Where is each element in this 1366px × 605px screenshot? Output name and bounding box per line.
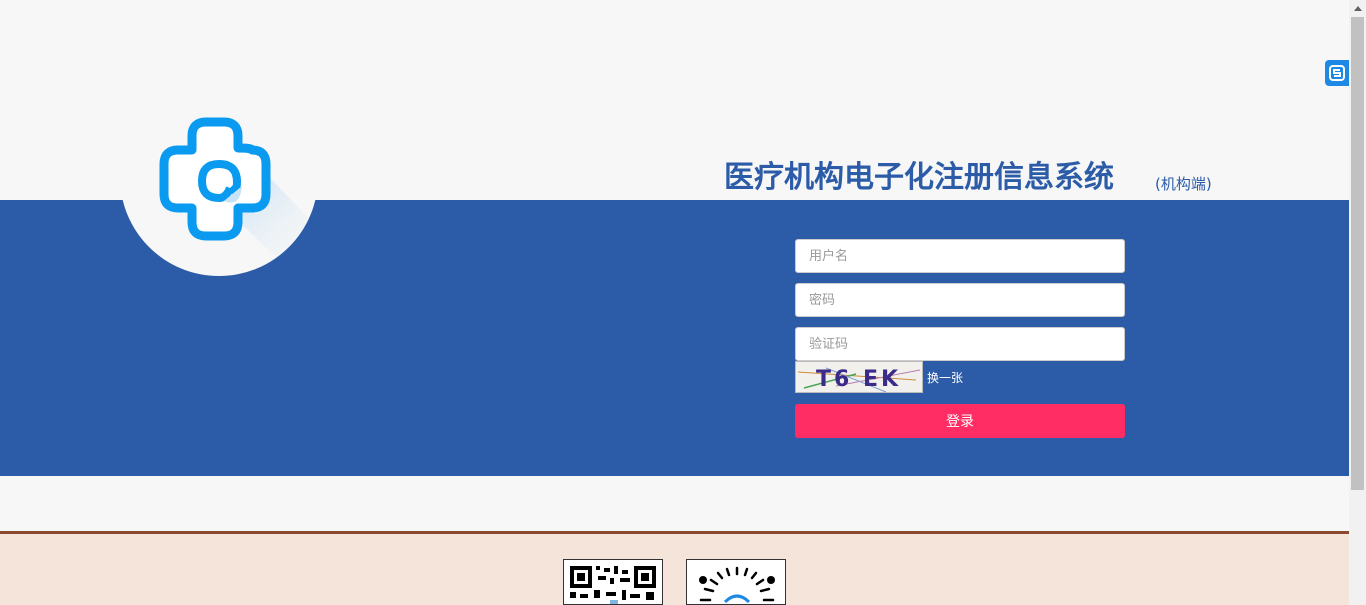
refresh-captcha-link[interactable]: 换一张	[927, 369, 963, 386]
qr-code-image	[563, 559, 663, 605]
s-tool-icon[interactable]	[1325, 60, 1349, 86]
gap-band	[0, 476, 1349, 531]
captcha-image[interactable]: T6 EK	[795, 361, 923, 393]
password-input[interactable]	[795, 283, 1125, 317]
vertical-scrollbar[interactable]	[1349, 0, 1366, 605]
medical-cross-logo-icon	[159, 117, 318, 276]
captcha-text: T6 EK	[816, 367, 901, 392]
username-input[interactable]	[795, 239, 1125, 273]
login-button[interactable]: 登录	[795, 404, 1125, 438]
captcha-input[interactable]	[795, 327, 1125, 361]
logo	[120, 78, 318, 276]
captcha-noise: T6 EK	[797, 367, 921, 392]
scroll-up-arrow-icon[interactable]	[1349, 0, 1366, 17]
mini-program-code-image	[686, 559, 786, 605]
page-title: 医疗机构电子化注册信息系统	[724, 160, 1114, 195]
page-subtitle: (机构端)	[1155, 175, 1212, 193]
scrollbar-thumb[interactable]	[1351, 17, 1364, 490]
footer	[0, 531, 1349, 605]
